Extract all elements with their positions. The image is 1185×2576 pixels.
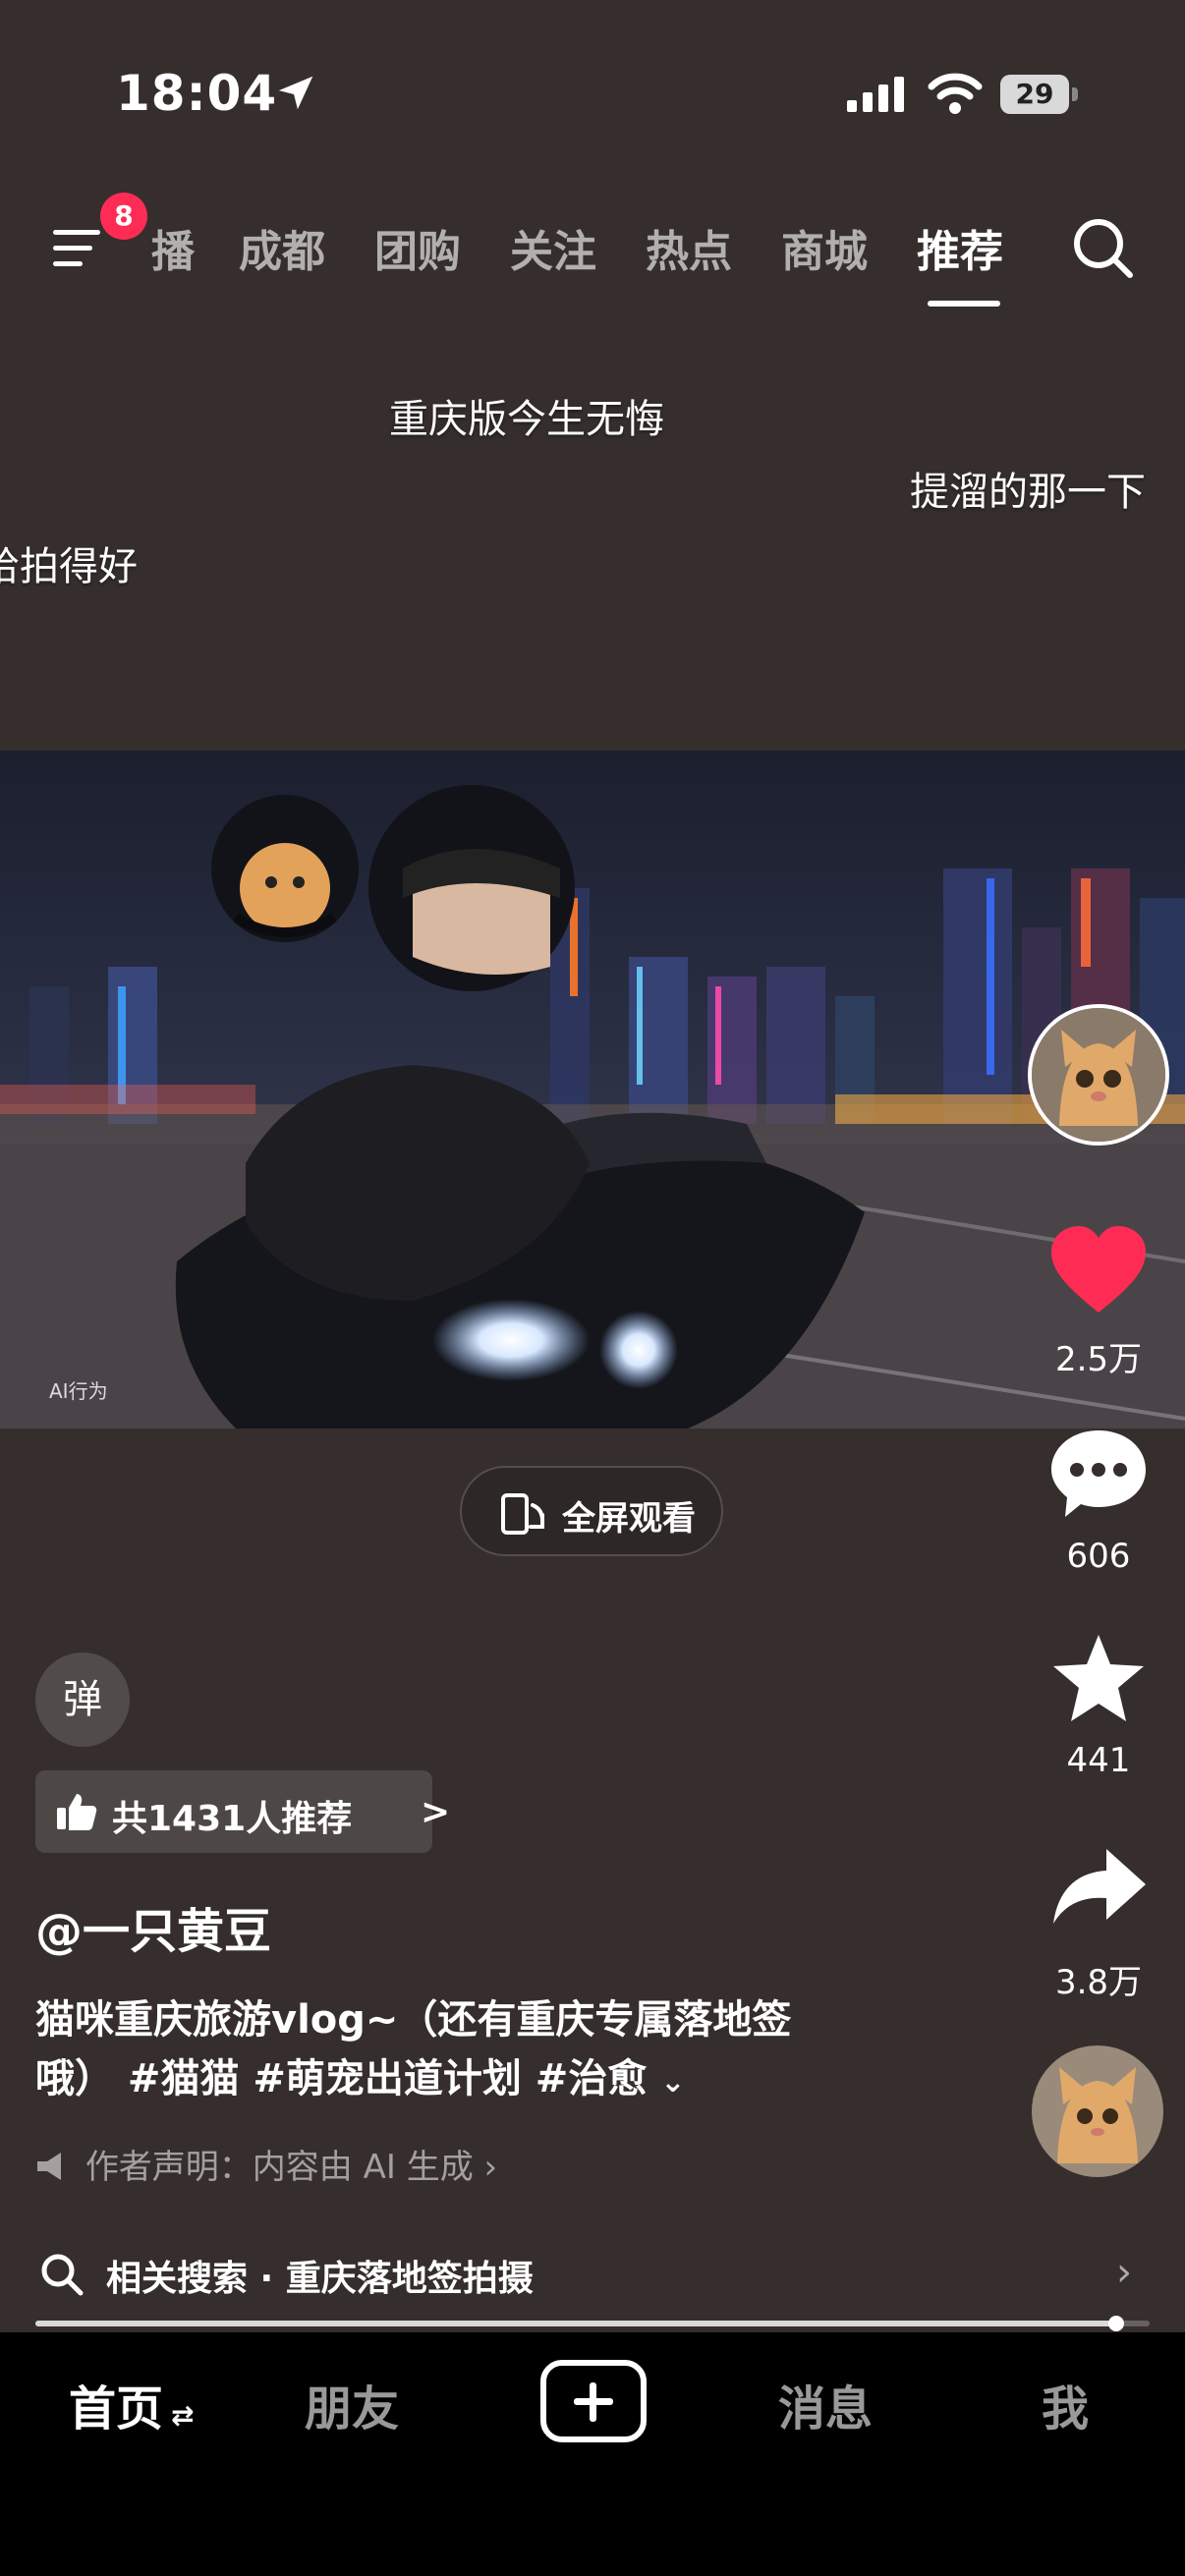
danmaku-toggle-button[interactable]: 弹	[35, 1652, 130, 1747]
favorite-count: 441	[1066, 1741, 1131, 1780]
fullscreen-button[interactable]: 全屏观看	[460, 1466, 723, 1556]
tab-home-label: 首页	[69, 2381, 164, 2436]
thumbs-up-icon	[57, 1794, 97, 1830]
caption-line: 哦） #猫猫 #萌宠出道计划 #治愈	[35, 2056, 648, 2101]
notification-badge: 8	[100, 193, 147, 240]
status-time: 18:04	[116, 65, 278, 122]
music-disc[interactable]	[1032, 2045, 1163, 2177]
video-player[interactable]	[0, 751, 1185, 1428]
comment-bubble-icon[interactable]	[1047, 1427, 1150, 1521]
battery-indicator: 29	[1000, 75, 1079, 114]
announcement-icon	[37, 2153, 61, 2180]
video-caption[interactable]: 猫咪重庆旅游vlog~（还有重庆专属落地签 哦） #猫猫 #萌宠出道计划 #治愈…	[35, 1990, 920, 2112]
tab-messages[interactable]: 消息	[778, 2370, 873, 2438]
tab-group-buy[interactable]: 团购	[374, 216, 461, 279]
danmaku-comment: 提溜的那一下	[910, 470, 1146, 515]
progress-knob[interactable]	[1107, 2316, 1124, 2331]
bottom-tab-bar: 首页 ⇄ 朋友 消息 我	[0, 2332, 1185, 2576]
tab-friends[interactable]: 朋友	[305, 2370, 399, 2438]
tab-trending[interactable]: 热点	[646, 216, 732, 279]
menu-icon[interactable]	[47, 218, 106, 277]
ai-statement[interactable]: 作者声明：内容由 AI 生成 ›	[35, 2140, 497, 2188]
video-frame	[0, 751, 1185, 1428]
like-count: 2.5万	[1054, 1340, 1143, 1379]
comment-count: 606	[1066, 1537, 1131, 1576]
tab-home[interactable]: 首页 ⇄	[69, 2370, 194, 2438]
progress-fill	[35, 2321, 1116, 2326]
tab-recommend[interactable]: 推荐	[917, 216, 1003, 279]
related-search-label: 相关搜索 · 重庆落地签拍摄	[106, 2259, 534, 2299]
recommend-count-label: 共1431人推荐	[112, 1799, 353, 1839]
favorite-star-icon[interactable]	[1047, 1631, 1150, 1725]
recommend-chip[interactable]: 共1431人推荐 >	[35, 1770, 450, 1853]
like-heart-icon[interactable]	[1047, 1224, 1150, 1318]
cat-avatar-image	[1032, 1008, 1165, 1142]
tab-chengdu[interactable]: 成都	[239, 216, 325, 279]
location-arrow-icon	[278, 76, 313, 110]
create-post-button[interactable]	[540, 2360, 647, 2442]
battery-level: 29	[1015, 78, 1054, 110]
author-name[interactable]: @一只黄豆	[35, 1892, 271, 1961]
share-arrow-icon[interactable]	[1047, 1841, 1150, 1935]
ai-watermark: AI行为	[49, 1379, 108, 1403]
danmaku-comment: 重庆版今生无悔	[389, 397, 664, 442]
search-icon	[41, 2254, 84, 2296]
tab-me[interactable]: 我	[1042, 2370, 1089, 2438]
wifi-icon	[928, 73, 983, 114]
caption-line: 猫咪重庆旅游vlog~（还有重庆专属落地签	[35, 1997, 792, 2043]
chevron-right-icon: ›	[1116, 2250, 1132, 2295]
danmaku-comment: 哈拍得好	[0, 544, 138, 589]
tab-mall[interactable]: 商城	[781, 216, 868, 279]
chevron-right-icon: >	[421, 1792, 451, 1832]
active-tab-indicator	[928, 301, 1000, 307]
tab-live[interactable]: 播	[151, 216, 195, 279]
fullscreen-label: 全屏观看	[562, 1499, 696, 1539]
author-avatar[interactable]	[1028, 1004, 1169, 1146]
search-icon[interactable]	[1069, 214, 1138, 283]
ai-statement-label: 作者声明：内容由 AI 生成 ›	[85, 2148, 498, 2187]
share-count: 3.8万	[1054, 1963, 1143, 2002]
swap-icon: ⇄	[171, 2399, 195, 2432]
expand-caption-icon[interactable]: ⌄	[660, 2065, 685, 2100]
video-progress-bar[interactable]	[35, 2316, 1150, 2331]
cellular-signal-icon	[847, 77, 904, 112]
related-search-bar[interactable]: 相关搜索 · 重庆落地签拍摄 ›	[0, 2226, 1185, 2321]
rotate-screen-icon	[501, 1493, 544, 1535]
music-cover-image	[1032, 2045, 1163, 2177]
tab-following[interactable]: 关注	[510, 216, 596, 279]
